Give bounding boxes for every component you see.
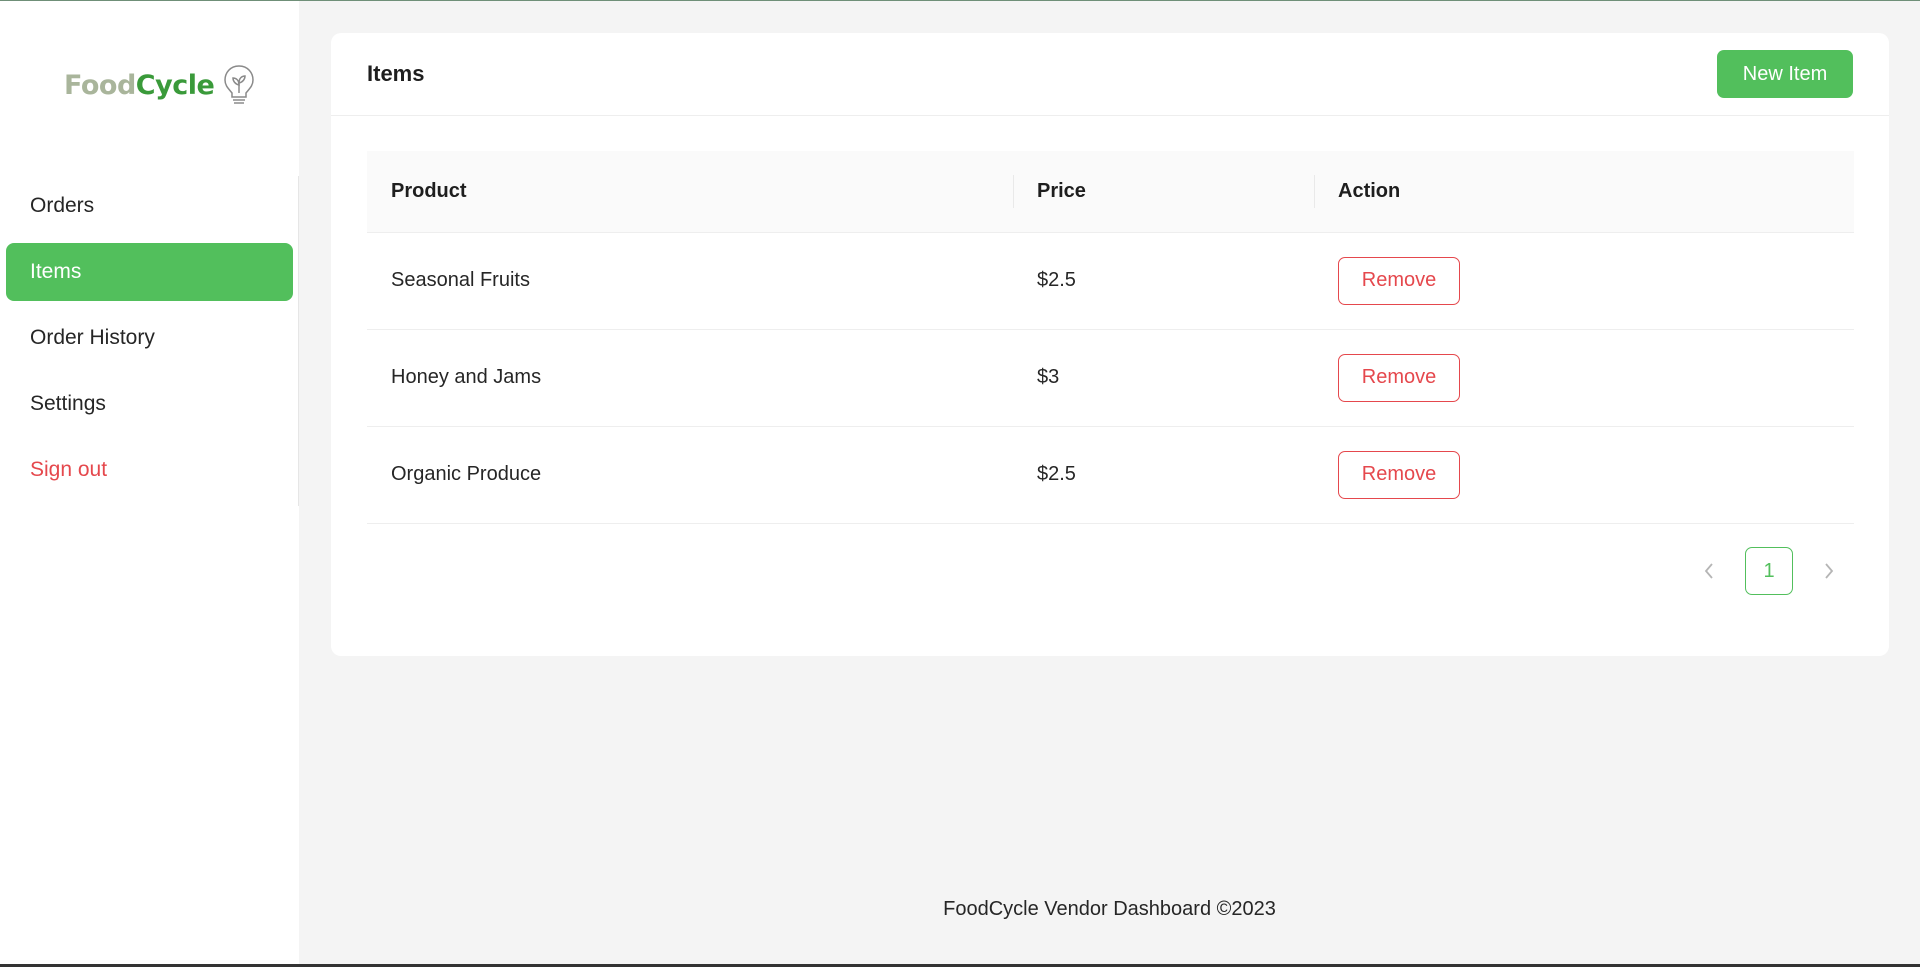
table-row: Seasonal Fruits $2.5 Remove bbox=[367, 232, 1854, 329]
price-cell: $2.5 bbox=[1037, 463, 1076, 485]
pagination: 1 bbox=[1685, 547, 1853, 595]
sidebar-item-orders[interactable]: Orders bbox=[6, 177, 293, 235]
page-title: Items bbox=[367, 61, 425, 86]
remove-button[interactable]: Remove bbox=[1338, 353, 1460, 402]
card-header: Items New Item bbox=[331, 33, 1889, 116]
table-row: Organic Produce $2.5 Remove bbox=[367, 426, 1854, 523]
action-cell: Remove bbox=[1314, 426, 1854, 523]
product-cell: Seasonal Fruits bbox=[391, 269, 530, 291]
column-header-action: Action bbox=[1314, 151, 1854, 232]
sidebar: FoodCycle Orders Items Order History Set… bbox=[0, 1, 299, 964]
new-item-button[interactable]: New Item bbox=[1717, 50, 1853, 98]
table-header-row: Product Price Action bbox=[367, 151, 1854, 232]
sidebar-item-sign-out[interactable]: Sign out bbox=[6, 441, 293, 499]
page-number-current[interactable]: 1 bbox=[1745, 547, 1793, 595]
footer: FoodCycle Vendor Dashboard ©2023 bbox=[943, 898, 1276, 920]
action-cell: Remove bbox=[1314, 329, 1854, 426]
remove-button[interactable]: Remove bbox=[1338, 256, 1460, 305]
column-header-product: Product bbox=[391, 179, 467, 202]
sidebar-nav: Orders Items Order History Settings Sign… bbox=[6, 177, 293, 507]
chevron-left-icon[interactable] bbox=[1685, 547, 1733, 595]
sidebar-divider bbox=[298, 176, 299, 506]
lightbulb-sprout-icon bbox=[224, 65, 255, 104]
price-cell: $3 bbox=[1037, 366, 1060, 388]
product-cell: Honey and Jams bbox=[391, 366, 542, 388]
app-logo[interactable]: FoodCycle bbox=[64, 63, 256, 107]
items-card: Items New Item Product Price Action Seas… bbox=[331, 33, 1889, 656]
table-row: Honey and Jams $3 Remove bbox=[367, 329, 1854, 426]
price-cell: $2.5 bbox=[1037, 269, 1076, 291]
action-cell: Remove bbox=[1314, 232, 1854, 329]
product-cell: Organic Produce bbox=[391, 463, 542, 485]
sidebar-item-items[interactable]: Items bbox=[6, 243, 293, 301]
remove-button[interactable]: Remove bbox=[1338, 450, 1460, 499]
column-header-price: Price bbox=[1013, 151, 1314, 232]
items-table: Product Price Action Seasonal Fruits $2.… bbox=[367, 151, 1854, 524]
chevron-right-icon[interactable] bbox=[1805, 547, 1853, 595]
logo-text: FoodCycle bbox=[64, 69, 215, 101]
items-table-container: Product Price Action Seasonal Fruits $2.… bbox=[367, 151, 1854, 524]
sidebar-item-settings[interactable]: Settings bbox=[6, 375, 293, 433]
sidebar-item-order-history[interactable]: Order History bbox=[6, 309, 293, 367]
